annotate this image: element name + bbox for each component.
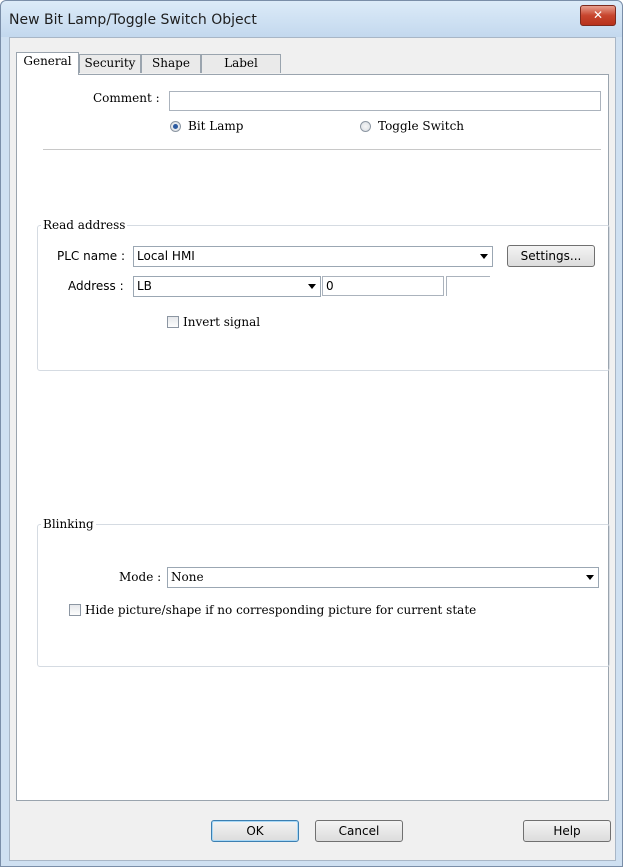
address-extra-field[interactable] bbox=[446, 276, 490, 296]
toggle-switch-label: Toggle Switch bbox=[378, 119, 465, 133]
bit-lamp-radio-icon bbox=[170, 121, 181, 132]
help-button[interactable]: Help bbox=[523, 820, 611, 842]
tab-general-label: General bbox=[23, 54, 72, 68]
tab-general[interactable]: General bbox=[16, 52, 79, 75]
tab-security-label: Security bbox=[84, 56, 136, 70]
bit-lamp-label: Bit Lamp bbox=[188, 119, 244, 133]
tab-label-label: Label bbox=[224, 56, 258, 70]
plc-name-label: PLC name : bbox=[57, 249, 126, 263]
hide-picture-check-icon bbox=[69, 604, 81, 616]
window-title: New Bit Lamp/Toggle Switch Object bbox=[9, 12, 257, 28]
title-bar[interactable]: New Bit Lamp/Toggle Switch Object ✕ bbox=[1, 1, 622, 37]
mode-dropdown[interactable]: None bbox=[167, 567, 599, 588]
mode-label: Mode : bbox=[119, 570, 162, 584]
mode-value: None bbox=[171, 570, 204, 584]
dialog-client-area: General Security Shape Label Comment : B… bbox=[9, 37, 616, 861]
invert-signal-check-icon bbox=[167, 316, 179, 328]
ok-button[interactable]: OK bbox=[211, 820, 299, 842]
close-icon: ✕ bbox=[592, 8, 604, 22]
general-tab-panel: Comment : Bit Lamp Toggle Switch Read ad… bbox=[16, 74, 610, 801]
comment-input[interactable] bbox=[169, 91, 601, 111]
address-type-dropdown[interactable]: LB bbox=[133, 276, 321, 297]
separator bbox=[43, 149, 601, 150]
comment-label: Comment : bbox=[93, 91, 160, 105]
plc-name-dropdown[interactable]: Local HMI bbox=[133, 246, 493, 267]
dialog-window: New Bit Lamp/Toggle Switch Object ✕ Gene… bbox=[0, 0, 623, 867]
address-type-value: LB bbox=[137, 279, 152, 293]
read-address-title: Read address bbox=[41, 218, 128, 232]
blinking-group bbox=[37, 524, 610, 667]
tab-security[interactable]: Security bbox=[79, 54, 141, 73]
chevron-down-icon bbox=[586, 575, 594, 580]
plc-name-value: Local HMI bbox=[137, 249, 195, 263]
close-button[interactable]: ✕ bbox=[580, 5, 616, 26]
blinking-title: Blinking bbox=[41, 517, 96, 531]
chevron-down-icon bbox=[480, 254, 488, 259]
chevron-down-icon bbox=[308, 284, 316, 289]
hide-picture-label: Hide picture/shape if no corresponding p… bbox=[85, 603, 477, 617]
address-input[interactable]: 0 bbox=[322, 276, 444, 296]
invert-signal-label: Invert signal bbox=[183, 315, 261, 329]
tab-shape[interactable]: Shape bbox=[141, 54, 201, 73]
tab-shape-label: Shape bbox=[152, 56, 190, 70]
address-label: Address : bbox=[68, 279, 124, 293]
cancel-button[interactable]: Cancel bbox=[315, 820, 403, 842]
settings-button[interactable]: Settings... bbox=[507, 245, 595, 267]
toggle-switch-radio-icon bbox=[360, 121, 371, 132]
tab-label[interactable]: Label bbox=[201, 54, 281, 73]
